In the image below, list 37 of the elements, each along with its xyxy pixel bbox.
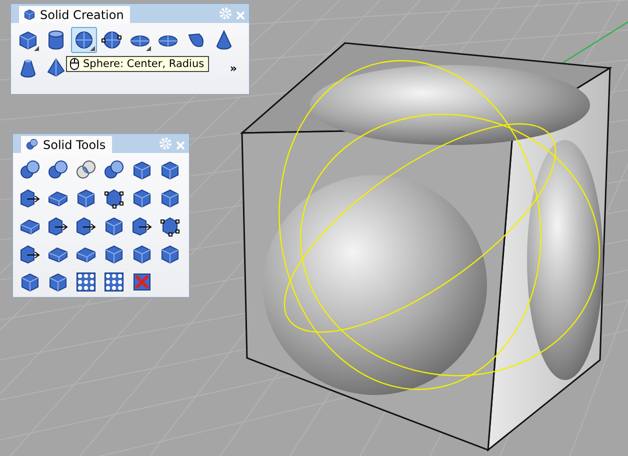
spheres-icon [75, 159, 97, 181]
delete-icon [131, 271, 153, 293]
cube-icon [103, 187, 125, 209]
cube-arrow-icon [47, 215, 69, 237]
cube-icon [131, 159, 153, 181]
dot-grid-icon [75, 271, 97, 293]
tooltip: Sphere: Center, Radius [66, 56, 210, 72]
cube-icon [159, 243, 181, 265]
cube-icon [75, 187, 97, 209]
cube-icon [131, 243, 153, 265]
cube-arrow-icon [75, 215, 97, 237]
cube-icon [159, 187, 181, 209]
overflow-button[interactable]: » [211, 55, 237, 81]
cube-icon [159, 215, 181, 237]
spheres-icon [103, 159, 125, 181]
spheres-icon [25, 138, 39, 151]
sphere-icon [101, 29, 123, 51]
cube-icon [17, 29, 39, 51]
cube-arrow-icon [19, 187, 41, 209]
toolbar-tab[interactable]: Solid Tools [21, 136, 112, 153]
cube-icon [131, 187, 153, 209]
cube-arrow-icon [19, 243, 41, 265]
cube-icon [103, 243, 125, 265]
pyramid-icon [45, 57, 67, 79]
spheres-icon [47, 159, 69, 181]
cube-icon [19, 271, 41, 293]
cube-icon [103, 215, 125, 237]
tool-button[interactable] [71, 27, 97, 53]
dot-grid-icon [103, 271, 125, 293]
cube-icon [47, 271, 69, 293]
toolbar-tab[interactable]: Solid Creation [19, 6, 130, 23]
cube-icon [23, 8, 36, 21]
mouse-icon [70, 58, 79, 70]
sphere-icon [73, 29, 95, 51]
spheres-icon [19, 159, 41, 181]
cube-arrow-icon [131, 215, 153, 237]
cube-icon [159, 159, 181, 181]
